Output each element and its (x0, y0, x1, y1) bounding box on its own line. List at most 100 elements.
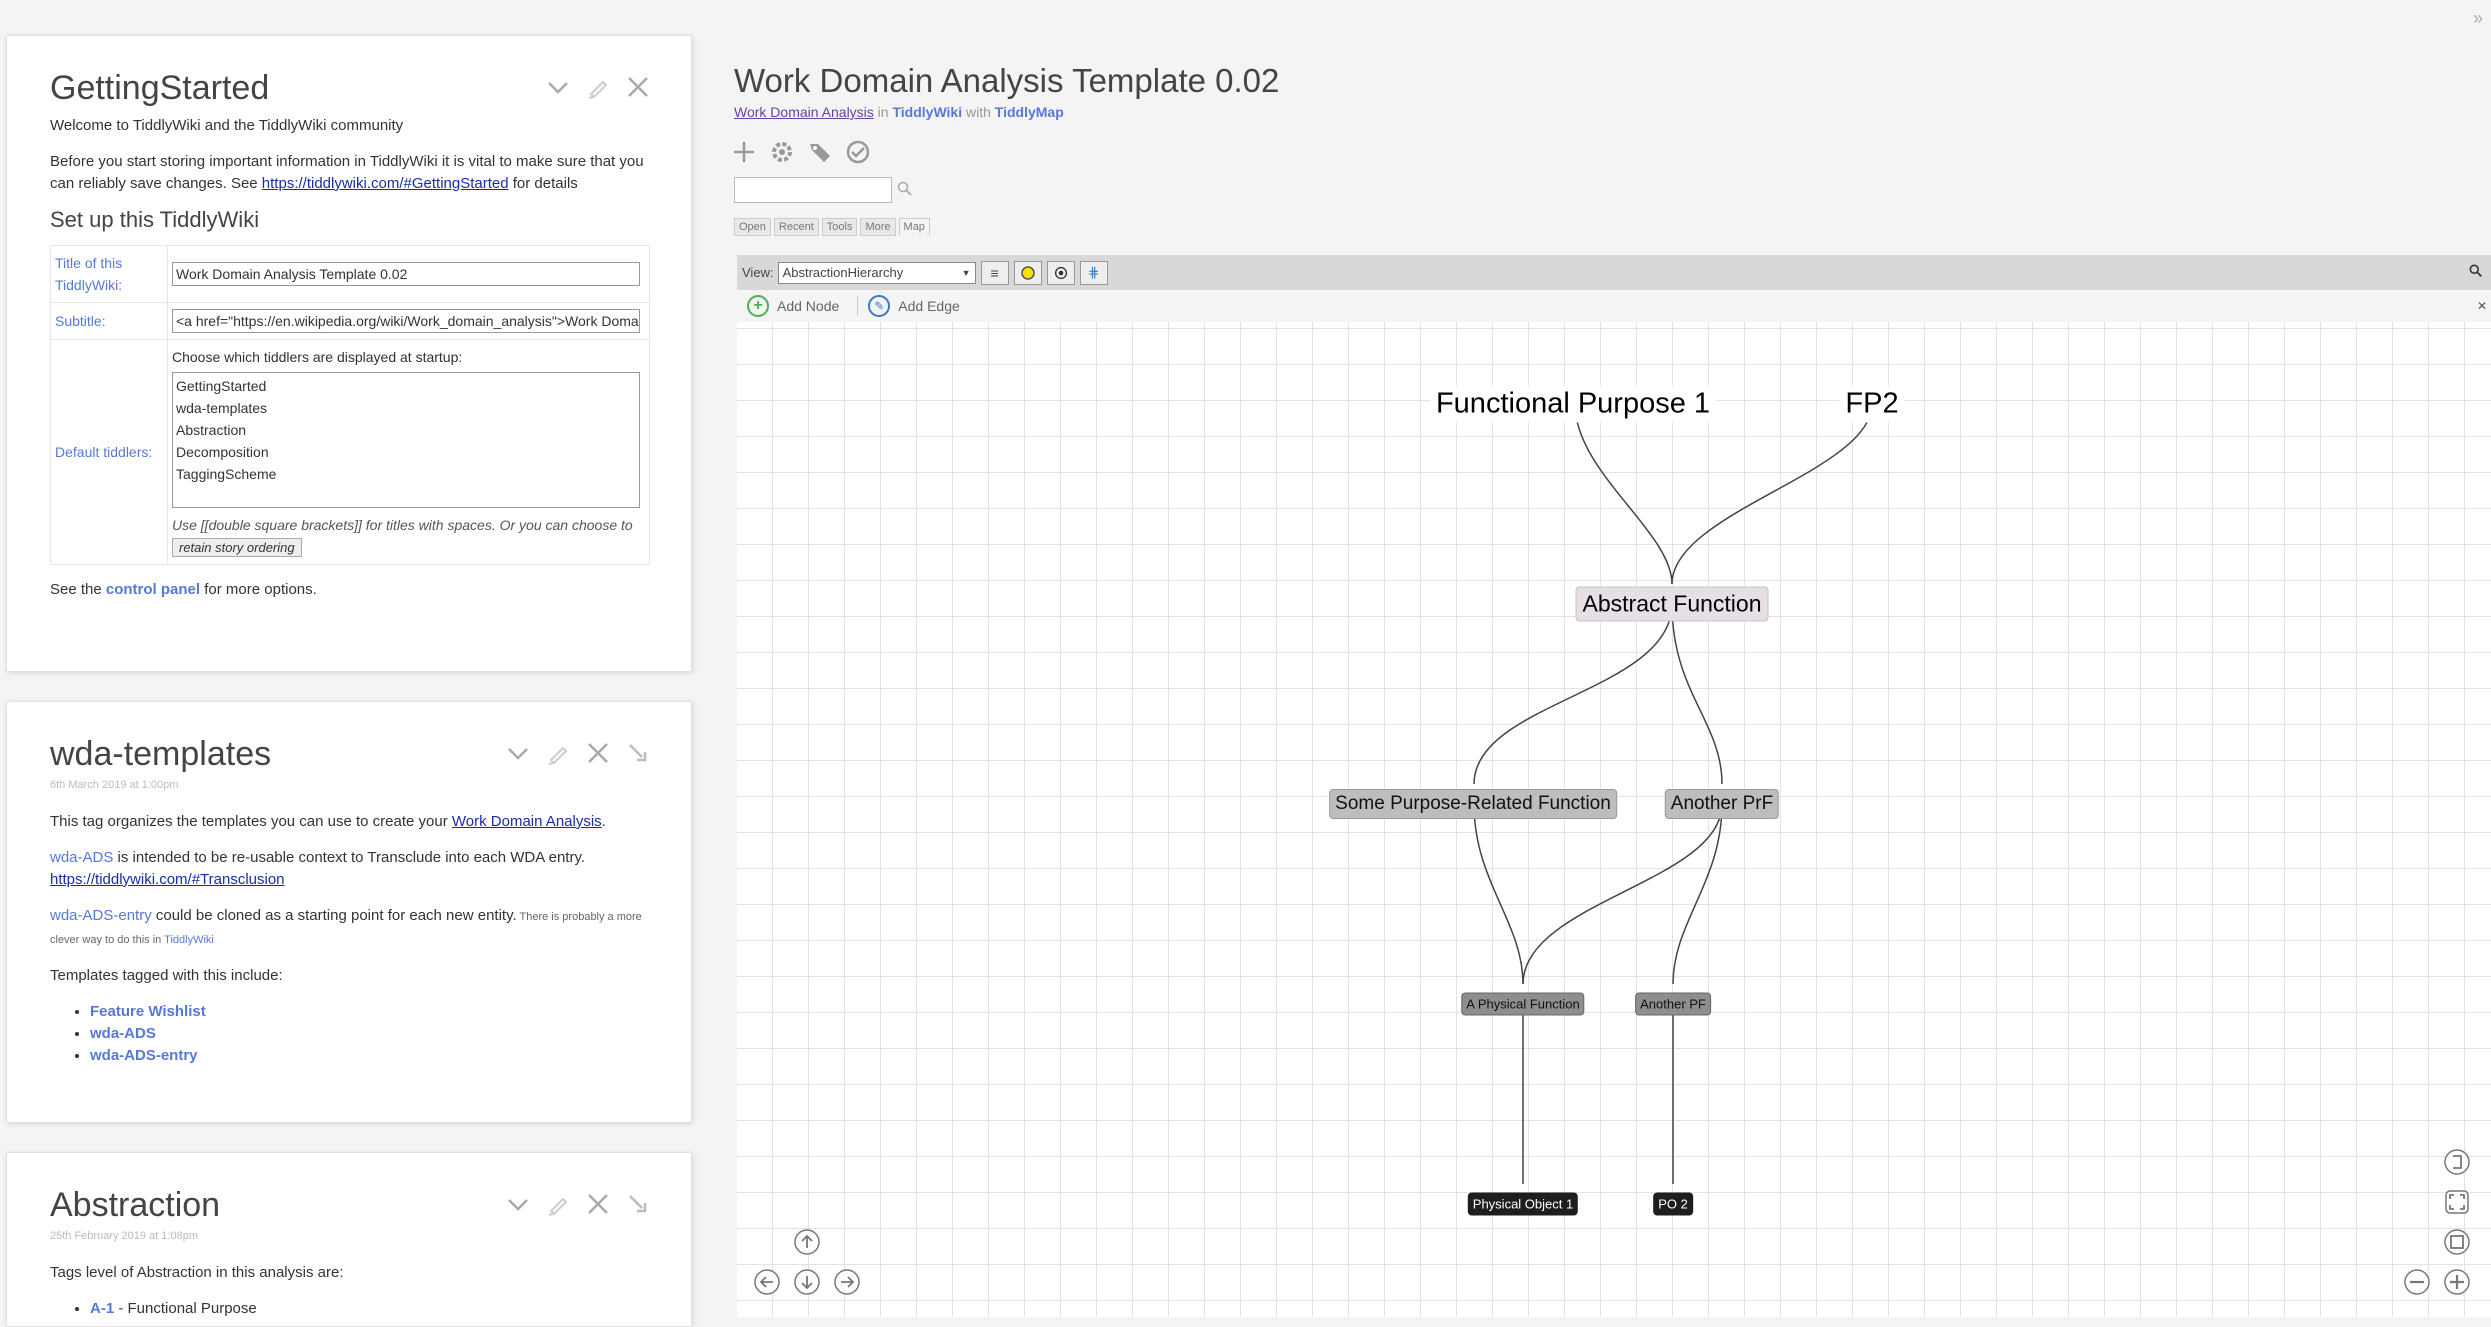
close-map-icon[interactable]: ✕ (2477, 299, 2487, 313)
node-fp2[interactable]: FP2 (1839, 385, 1905, 423)
tab-tools[interactable]: Tools (821, 218, 858, 236)
wiki-title-input[interactable]: Work Domain Analysis Template 0.02 (172, 261, 640, 286)
fullscreen-icon[interactable] (2443, 1148, 2471, 1176)
chevron-down-icon[interactable] (505, 1191, 531, 1217)
wda-templates-intro: This tag organizes the templates you can… (50, 811, 648, 833)
list-item: A-1 - Functional Purpose (90, 1298, 648, 1320)
zoom-in-icon[interactable] (2443, 1268, 2471, 1296)
node-another-pf[interactable]: Another PF (1635, 992, 1711, 1016)
fold-others-icon[interactable] (625, 740, 651, 766)
node-some-purpose-related-function[interactable]: Some Purpose-Related Function (1329, 789, 1617, 819)
feature-wishlist-link[interactable]: Feature Wishlist (90, 1003, 206, 1020)
chevron-down-icon[interactable] (505, 740, 531, 766)
default-tiddler-item: wda-templates (176, 399, 268, 416)
tiddlywiki-link[interactable]: TiddlyWiki (892, 104, 962, 120)
edit-icon[interactable] (545, 1191, 571, 1217)
tag-icon[interactable] (806, 138, 834, 166)
subtitle-with: with (962, 104, 995, 120)
edge (1671, 603, 1723, 785)
intro-text: This tag organizes the templates you can… (50, 812, 452, 830)
view-select[interactable]: AbstractionHierarchy (777, 261, 976, 284)
search-icon[interactable] (897, 181, 913, 197)
add-node-button[interactable]: + Add Node (747, 295, 839, 317)
tiddler-gettingstarted: GettingStarted Welcome to TiddlyWiki and… (6, 35, 692, 672)
title-label: Title of this TiddlyWiki: (50, 244, 168, 303)
list-item: Feature Wishlist (90, 1001, 648, 1023)
tab-recent[interactable]: Recent (773, 218, 819, 236)
gear-icon[interactable] (768, 138, 796, 166)
pan-down-icon[interactable] (793, 1268, 821, 1296)
add-node-icon: + (747, 295, 769, 317)
pan-up-icon[interactable] (793, 1228, 821, 1256)
edge (1671, 403, 1873, 585)
save-warning-tail: for details (508, 174, 578, 192)
search-input[interactable] (734, 177, 892, 203)
tiddler-wda-templates: wda-templates 6th March 2019 at 1:00pm T… (6, 701, 692, 1123)
default-tiddler-item: Decomposition (176, 443, 269, 460)
wda-ads-entry-link[interactable]: wda-ADS-entry (50, 907, 152, 924)
tiddlywiki-small-link[interactable]: TiddlyWiki (164, 934, 214, 946)
list-item: wda-ADS (90, 1023, 648, 1045)
close-icon[interactable] (585, 740, 611, 766)
edge (1522, 803, 1723, 985)
node-a-physical-function[interactable]: A Physical Function (1461, 992, 1585, 1016)
edge (1672, 803, 1723, 985)
tab-map[interactable]: Map (898, 218, 930, 236)
getting-started-link[interactable]: https://tiddlywiki.com/#GettingStarted (262, 175, 509, 192)
transclusion-link[interactable]: https://tiddlywiki.com/#Transclusion (50, 871, 285, 888)
fold-others-icon[interactable] (625, 1191, 651, 1217)
sun-icon[interactable] (1013, 260, 1042, 285)
default-tiddlers-caption: Choose which tiddlers are displayed at s… (172, 348, 463, 365)
sidebar-toggle-icon[interactable]: » (2473, 8, 2483, 29)
wiki-subtitle-input[interactable]: <a href="https://en.wikipedia.org/wiki/W… (172, 308, 640, 333)
templates-tagged-heading: Templates tagged with this include: (50, 966, 283, 984)
subtitle-label: Subtitle: (50, 301, 168, 340)
map-search-icon[interactable] (2469, 264, 2483, 281)
setup-heading: Set up this TiddlyWiki (50, 206, 260, 232)
wda-ads-entry-list-link[interactable]: wda-ADS-entry (90, 1047, 198, 1064)
default-tiddler-item: TaggingScheme (176, 465, 277, 482)
subtitle-in: in (873, 104, 893, 120)
default-tiddlers-textarea[interactable]: GettingStarted wda-templates Abstraction… (172, 371, 640, 508)
grid-icon[interactable]: ⋕ (1079, 260, 1108, 285)
plus-icon[interactable] (730, 138, 758, 166)
see-post: for more options. (200, 580, 317, 598)
expand-icon[interactable] (2443, 1188, 2471, 1216)
chevron-down-icon[interactable] (545, 74, 571, 100)
edge (1574, 403, 1673, 585)
close-icon[interactable] (585, 1191, 611, 1217)
node-functional-purpose-1[interactable]: Functional Purpose 1 (1429, 385, 1717, 423)
retain-story-ordering-button[interactable]: retain story ordering (172, 537, 302, 557)
add-edge-button[interactable]: ✎ Add Edge (868, 295, 960, 317)
wda-wikipedia-link[interactable]: Work Domain Analysis (734, 104, 874, 120)
edge (1473, 803, 1524, 985)
tiddlymap-link[interactable]: TiddlyMap (995, 104, 1064, 120)
default-tiddler-item: Abstraction (176, 421, 247, 438)
wda-ads-list-link[interactable]: wda-ADS (90, 1025, 156, 1042)
intro-tail: . (601, 812, 606, 830)
node-abstract-function[interactable]: Abstract Function (1575, 586, 1769, 622)
zoom-out-icon[interactable] (2403, 1268, 2431, 1296)
tab-more[interactable]: More (860, 218, 896, 236)
close-icon[interactable] (625, 74, 651, 100)
zoom-fit-icon[interactable] (2443, 1228, 2471, 1256)
pan-left-icon[interactable] (753, 1268, 781, 1296)
wda-ads-entry-paragraph: wda-ADS-entry could be cloned as a start… (50, 905, 648, 951)
edit-icon[interactable] (545, 740, 571, 766)
node-physical-object-1[interactable]: Physical Object 1 (1467, 1192, 1579, 1216)
tiddler-controls (545, 74, 651, 100)
work-domain-analysis-link[interactable]: Work Domain Analysis (452, 813, 602, 830)
a1-link[interactable]: A-1 (90, 1300, 114, 1317)
wda-ads-link[interactable]: wda-ADS (50, 849, 113, 866)
node-another-prf[interactable]: Another PrF (1664, 789, 1780, 819)
focus-icon[interactable] (1046, 260, 1075, 285)
edit-icon[interactable] (585, 74, 611, 100)
menu-icon[interactable]: ≡ (980, 260, 1009, 285)
pan-right-icon[interactable] (833, 1268, 861, 1296)
check-circle-icon[interactable] (844, 138, 872, 166)
map-canvas[interactable]: Functional Purpose 1 FP2 Abstract Functi… (737, 322, 2491, 1317)
control-panel-link[interactable]: control panel (106, 581, 200, 598)
node-po-2[interactable]: PO 2 (1653, 1192, 1693, 1216)
tab-open[interactable]: Open (734, 218, 771, 236)
tiddler-controls (505, 1191, 651, 1217)
